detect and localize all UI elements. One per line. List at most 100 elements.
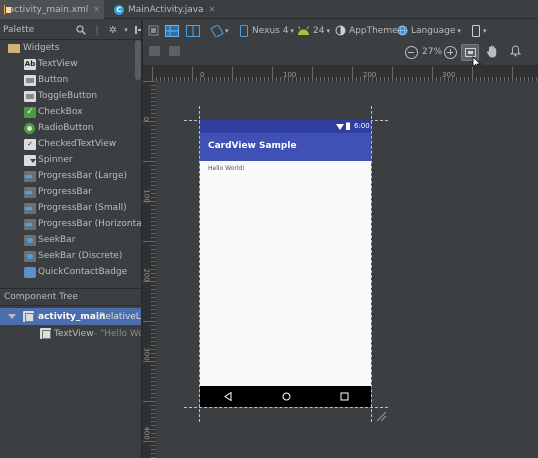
pin-icon[interactable]	[132, 23, 146, 37]
tab-main-activity-java[interactable]: C MainActivity.java ✕	[110, 0, 220, 19]
checkbox-icon: ✓	[24, 106, 36, 118]
palette-item[interactable]: ✓ CheckedTextView	[0, 136, 141, 152]
palette-group-widgets[interactable]: Widgets	[0, 40, 141, 56]
palette-item[interactable]: QuickContactBadge	[0, 264, 141, 280]
tree-node-textview[interactable]: TextView - "Hello Wor	[0, 325, 141, 342]
folder-icon	[8, 43, 20, 53]
blueprint-mode-button[interactable]	[165, 20, 179, 41]
home-icon[interactable]	[282, 392, 291, 401]
palette-item-label: SeekBar (Discrete)	[38, 251, 123, 261]
ruler-label: 100	[143, 189, 151, 203]
device-selector[interactable]: Nexus 4 ▾	[240, 20, 294, 41]
language-selector[interactable]: Language ▾	[397, 20, 461, 41]
orientation-button[interactable]: ▾	[210, 20, 229, 41]
palette-item[interactable]: SeekBar (Discrete)	[0, 248, 141, 264]
separator-icon: |	[95, 24, 99, 36]
globe-icon	[397, 25, 408, 36]
layout-inspector-icon[interactable]	[169, 46, 180, 56]
palette-list: Widgets Ab TextView Button ToggleButton …	[0, 40, 141, 286]
recents-icon[interactable]	[340, 392, 349, 401]
device-preview[interactable]: 6:00 CardView Sample Hello World!	[200, 120, 371, 407]
search-icon[interactable]	[74, 23, 88, 37]
rotate-device-icon	[210, 24, 224, 37]
palette-item-label: SeekBar	[38, 235, 76, 245]
chevron-down-icon: ▾	[457, 26, 461, 35]
palette-item[interactable]: ✓ CheckBox	[0, 104, 141, 120]
textview-icon: Ab	[24, 58, 36, 70]
seekbar-icon	[24, 250, 36, 262]
palette-item[interactable]: RadioButton	[0, 120, 141, 136]
button-icon	[24, 74, 36, 86]
palette-item-label: CheckBox	[38, 107, 83, 117]
toggle-button-icon	[24, 90, 36, 102]
device-label: Nexus 4	[252, 25, 289, 36]
back-icon[interactable]	[224, 392, 232, 401]
ruler-label: 200	[363, 71, 377, 79]
language-label: Language	[411, 25, 456, 36]
spinner-icon	[24, 154, 36, 166]
pan-hand-icon[interactable]	[486, 45, 498, 61]
palette-item[interactable]: Button	[0, 72, 141, 88]
palette-item-label: RadioButton	[38, 123, 94, 133]
palette-item[interactable]: ProgressBar	[0, 184, 141, 200]
notification-bell-icon[interactable]	[509, 45, 522, 60]
resize-handle-icon[interactable]	[375, 410, 387, 422]
close-icon[interactable]: ✕	[209, 5, 216, 14]
ruler-label: 0	[143, 116, 151, 122]
palette-item[interactable]: ProgressBar (Small)	[0, 200, 141, 216]
relative-layout-icon	[23, 311, 34, 322]
palette-tools: | ✲ ▾	[72, 22, 146, 38]
zoom-in-icon[interactable]	[444, 46, 457, 59]
close-icon[interactable]: ✕	[93, 5, 100, 14]
component-tree-header: Component Tree	[0, 288, 141, 306]
ruler-label: 100	[283, 71, 297, 79]
palette-item-label: CheckedTextView	[38, 139, 117, 149]
palette-item[interactable]: SeekBar	[0, 232, 141, 248]
split-mode-button[interactable]	[186, 20, 200, 41]
zoom-level: 27%	[422, 47, 443, 57]
tab-label: MainActivity.java	[128, 4, 204, 15]
ruler-label: 0	[200, 71, 205, 79]
hello-world-textview[interactable]: Hello World!	[208, 165, 245, 172]
chevron-down-icon[interactable]: ▾	[122, 23, 130, 37]
theme-selector[interactable]: AppTheme	[335, 20, 398, 41]
tree-node-label: TextView	[54, 328, 94, 339]
palette-item-label: TextView	[38, 59, 78, 69]
app-title: CardView Sample	[208, 141, 297, 151]
pan-zoom-icon[interactable]	[149, 46, 160, 56]
tree-node-activity-main[interactable]: activity_main (RelativeLay	[0, 308, 152, 325]
palette-title: Palette	[3, 24, 35, 35]
horizontal-ruler-ticks	[152, 67, 537, 81]
ruler-label: 300	[143, 347, 151, 361]
palette-item[interactable]: ProgressBar (Horizontal)	[0, 216, 141, 232]
palette-item[interactable]: Spinner	[0, 152, 141, 168]
vertical-ruler: 0 100 200 300 400	[143, 81, 155, 458]
editor-tab-bar: activity_main.xml ✕ C MainActivity.java …	[0, 0, 538, 19]
palette-item-label: ToggleButton	[38, 91, 98, 101]
expand-triangle-icon[interactable]	[8, 314, 16, 319]
gear-icon[interactable]: ✲	[106, 23, 120, 37]
api-level-selector[interactable]: 24 ▾	[297, 20, 330, 41]
xml-file-icon	[4, 4, 9, 15]
zoom-out-icon[interactable]	[405, 46, 418, 59]
guide-line-bottom	[184, 407, 388, 408]
palette-item-label: Button	[38, 75, 69, 85]
status-bar: 6:00	[200, 120, 371, 133]
tab-activity-main-xml[interactable]: activity_main.xml ✕	[0, 0, 104, 19]
chevron-down-icon: ▾	[225, 26, 229, 35]
palette-item[interactable]: ProgressBar (Large)	[0, 168, 141, 184]
design-mode-button[interactable]	[148, 20, 159, 41]
palette-item[interactable]: Ab TextView	[0, 56, 141, 72]
status-time: 6:00	[354, 122, 370, 130]
palette-item[interactable]: ToggleButton	[0, 88, 141, 104]
palette-item-label: ProgressBar	[38, 187, 92, 197]
api-level-label: 24	[313, 25, 325, 36]
palette-item-label: QuickContactBadge	[38, 267, 128, 277]
ruler-label: 200	[143, 268, 151, 282]
quick-contact-badge-icon	[24, 266, 36, 278]
layout-variants-button[interactable]: ▾	[472, 20, 487, 41]
java-class-icon: C	[114, 4, 124, 15]
chevron-down-icon: ▾	[326, 26, 330, 35]
guide-line-right	[371, 106, 372, 422]
app-bar: CardView Sample	[200, 133, 371, 161]
